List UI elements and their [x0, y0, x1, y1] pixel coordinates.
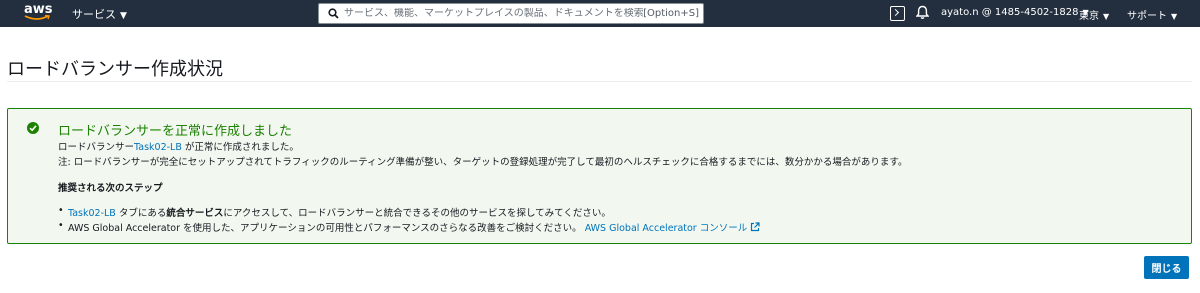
page-title: ロードバランサー作成状況 [7, 59, 223, 80]
support-label: サポート [1127, 11, 1167, 22]
next-steps-heading: 推奨される次のステップ [58, 183, 163, 194]
aws-logo[interactable]: aws [22, 2, 54, 24]
region-selector[interactable]: 東京 ▼ [1079, 7, 1109, 22]
step2-text: AWS Global Accelerator を使用した、アプリケーションの可用… [68, 223, 585, 234]
account-label: ayato.n @ 1485-4502-1828 [941, 7, 1079, 18]
external-link-icon [751, 222, 760, 232]
services-menu[interactable]: サービス ▼ [72, 6, 127, 22]
load-balancer-tab-link[interactable]: Task02-LB [68, 208, 116, 219]
close-button[interactable]: 閉じる [1144, 256, 1189, 279]
search-icon [322, 8, 344, 19]
step1-bold-text: 統合サービス [166, 208, 224, 219]
list-item: AWS Global Accelerator を使用した、アプリケーションの可用… [58, 220, 760, 235]
success-check-icon [27, 122, 39, 134]
account-menu[interactable]: ayato.n @ 1485-4502-1828 ▼ [941, 7, 1089, 18]
search-input[interactable] [344, 8, 644, 19]
notifications-bell-icon[interactable] [915, 5, 930, 24]
search-bar[interactable]: [Option+S] [318, 3, 704, 24]
services-label: サービス [72, 8, 116, 21]
created-message-suffix: が正常に作成されました。 [181, 142, 299, 153]
step1-text: タブにある [115, 208, 167, 219]
created-message-prefix: ロードバランサー [58, 142, 135, 153]
support-menu[interactable]: サポート ▼ [1127, 7, 1177, 22]
top-navigation: aws サービス ▼ [Option+S] ayato.n @ 1485-4502… [0, 0, 1200, 27]
load-balancer-link[interactable]: Task02-LB [134, 142, 182, 153]
caret-down-icon: ▼ [120, 11, 127, 21]
global-accelerator-link-label: AWS Global Accelerator コンソール [584, 223, 748, 234]
success-alert: ロードバランサーを正常に作成しました ロードバランサーTask02-LB が正常… [7, 108, 1192, 244]
global-accelerator-console-link[interactable]: AWS Global Accelerator コンソール [584, 222, 761, 234]
cloudshell-icon[interactable] [890, 6, 905, 21]
search-shortcut-hint: [Option+S] [643, 8, 699, 19]
alert-created-message: ロードバランサーTask02-LB が正常に作成されました。 [58, 139, 299, 153]
next-steps-list: Task02-LB タブにある統合サービスにアクセスして、ロードバランサーと統合… [58, 205, 760, 235]
list-item: Task02-LB タブにある統合サービスにアクセスして、ロードバランサーと統合… [58, 205, 760, 220]
caret-down-icon: ▼ [1171, 12, 1178, 21]
alert-note: 注: ロードバランサーが完全にセットアップされてトラフィックのルーティング準備が… [58, 157, 908, 168]
caret-down-icon: ▼ [1103, 12, 1110, 21]
region-label: 東京 [1079, 11, 1099, 22]
title-divider [7, 81, 1192, 82]
aws-smile-icon [24, 15, 50, 20]
step1-suffix-text: にアクセスして、ロードバランサーと統合できるその他のサービスを探してみてください… [223, 208, 611, 219]
alert-title: ロードバランサーを正常に作成しました [58, 124, 293, 139]
